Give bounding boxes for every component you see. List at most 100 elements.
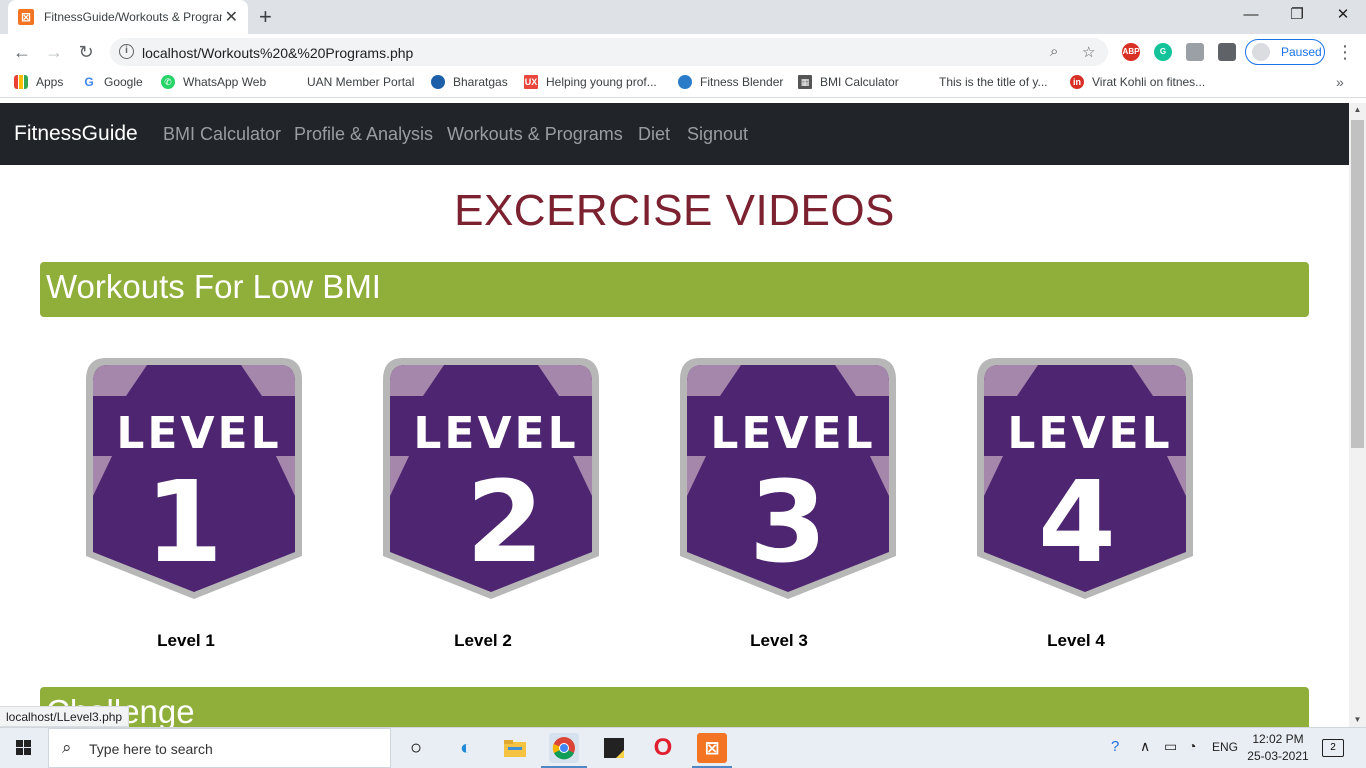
- reload-icon[interactable]: ↻: [74, 40, 98, 64]
- blank-page-icon: [285, 75, 299, 89]
- bookmark-label: Google: [104, 75, 143, 89]
- bookmark-star-icon[interactable]: ☆: [1082, 43, 1095, 61]
- notification-count: 2: [1330, 742, 1336, 753]
- scroll-down-arrow-icon[interactable]: ▼: [1349, 713, 1366, 727]
- windows-taskbar: ⌕ Type here to search ○ ◐ O ⊠ ? ∧ ▭ ◔ EN…: [0, 727, 1366, 768]
- bookmark-bharatgas[interactable]: Bharatgas: [431, 75, 508, 89]
- wifi-icon[interactable]: ◔: [1188, 738, 1196, 754]
- browser-tab-active[interactable]: ⊠ FitnessGuide/Workouts & Programs ✕: [8, 0, 248, 34]
- level-4-link[interactable]: Level 4: [966, 631, 1186, 651]
- level-1-badge[interactable]: LEVEL 1: [84, 356, 304, 601]
- bookmark-label: Virat Kohli on fitnes...: [1092, 75, 1206, 89]
- language-indicator[interactable]: ENG: [1212, 740, 1238, 754]
- svg-text:1: 1: [145, 458, 223, 588]
- profile-paused-button[interactable]: Paused: [1245, 39, 1325, 65]
- browser-tab-strip: ⊠ FitnessGuide/Workouts & Programs ✕ + —…: [0, 0, 1366, 34]
- edge-browser-icon[interactable]: ◐: [451, 733, 481, 763]
- nav-link-diet[interactable]: Diet: [638, 124, 670, 145]
- bookmark-label: Apps: [36, 75, 64, 89]
- bookmarks-bar: Apps G Google ✆ WhatsApp Web UAN Member …: [0, 70, 1366, 98]
- help-tray-icon[interactable]: ?: [1111, 738, 1119, 755]
- section-challenge-banner: Challenge: [40, 687, 1309, 727]
- browser-menu-icon[interactable]: ⋮: [1336, 42, 1354, 62]
- level-badge-icon: LEVEL 4: [977, 358, 1193, 599]
- bookmark-fitness-blender[interactable]: Fitness Blender: [678, 75, 783, 89]
- level-3-badge[interactable]: LEVEL 3: [678, 356, 898, 601]
- page-scrollbar[interactable]: ▲ ▼: [1349, 103, 1366, 727]
- xampp-favicon-icon: ⊠: [18, 9, 34, 25]
- bookmark-apps[interactable]: Apps: [14, 75, 63, 89]
- site-brand-link[interactable]: FitnessGuide: [14, 122, 138, 146]
- red-circle-icon: in: [1070, 75, 1084, 89]
- file-explorer-icon[interactable]: [500, 733, 530, 763]
- svg-text:2: 2: [466, 458, 544, 588]
- level-4-badge[interactable]: LEVEL 4: [975, 356, 1195, 601]
- bookmark-label: WhatsApp Web: [183, 75, 267, 89]
- blank-page-icon: [917, 75, 931, 89]
- bookmark-whatsapp[interactable]: ✆ WhatsApp Web: [161, 75, 266, 89]
- site-info-icon[interactable]: i: [119, 44, 134, 59]
- link-status-url: localhost/LLevel3.php: [0, 706, 130, 727]
- chrome-taskbar-icon[interactable]: [549, 733, 579, 763]
- back-arrow-icon[interactable]: ←: [10, 40, 34, 64]
- address-bar[interactable]: i localhost/Workouts%20&%20Programs.php …: [110, 38, 1108, 66]
- opera-browser-icon[interactable]: O: [648, 733, 678, 763]
- scroll-up-arrow-icon[interactable]: ▲: [1349, 103, 1366, 117]
- whatsapp-icon: ✆: [161, 75, 175, 89]
- taskbar-clock[interactable]: 12:02 PM 25-03-2021: [1246, 731, 1310, 765]
- nav-link-bmi-calculator[interactable]: BMI Calculator: [163, 124, 281, 145]
- tab-title: FitnessGuide/Workouts & Programs: [44, 10, 222, 24]
- clock-date: 25-03-2021: [1247, 749, 1309, 763]
- level-3-link[interactable]: Level 3: [669, 631, 889, 651]
- address-url[interactable]: localhost/Workouts%20&%20Programs.php: [142, 45, 413, 61]
- xampp-taskbar-icon[interactable]: ⊠: [697, 733, 727, 763]
- sticky-notes-icon[interactable]: [599, 733, 629, 763]
- forward-arrow-icon[interactable]: →: [42, 40, 66, 64]
- grammarly-extension-icon[interactable]: G: [1154, 43, 1172, 61]
- bookmark-helping-young-prof[interactable]: UX Helping young prof...: [524, 75, 657, 89]
- window-minimize-button[interactable]: —: [1228, 0, 1274, 30]
- window-maximize-button[interactable]: ❐: [1274, 0, 1320, 30]
- tab-close-icon[interactable]: ✕: [225, 7, 238, 27]
- zoom-magnifier-icon[interactable]: ⌕: [1050, 43, 1058, 60]
- level-1-link[interactable]: Level 1: [76, 631, 296, 651]
- notification-center-icon[interactable]: 2: [1322, 739, 1344, 757]
- nav-link-profile-analysis[interactable]: Profile & Analysis: [294, 124, 433, 145]
- bookmark-label: UAN Member Portal: [307, 75, 415, 89]
- windows-start-button[interactable]: [0, 728, 48, 768]
- window-close-button[interactable]: ✕: [1320, 0, 1366, 30]
- bookmark-label: BMI Calculator: [820, 75, 899, 89]
- bookmark-google[interactable]: G Google: [82, 75, 143, 89]
- svg-text:LEVEL: LEVEL: [413, 408, 578, 459]
- taskbar-search-box[interactable]: ⌕ Type here to search: [48, 728, 391, 768]
- extensions-puzzle-icon[interactable]: [1218, 43, 1236, 61]
- task-view-icon[interactable]: ○: [401, 733, 431, 763]
- bookmark-label: Helping young prof...: [546, 75, 657, 89]
- level-2-badge[interactable]: LEVEL 2: [381, 356, 601, 601]
- browser-toolbar: ← → ↻ i localhost/Workouts%20&%20Program…: [0, 34, 1366, 70]
- new-tab-button[interactable]: +: [259, 4, 272, 30]
- section-low-bmi-banner: Workouts For Low BMI: [40, 262, 1309, 317]
- level-badge-icon: LEVEL 3: [680, 358, 896, 599]
- bookmark-virat-kohli[interactable]: in Virat Kohli on fitnes...: [1070, 75, 1205, 89]
- profile-paused-label: Paused: [1281, 45, 1322, 59]
- apps-grid-icon: [14, 75, 28, 89]
- svg-text:4: 4: [1038, 458, 1116, 588]
- nav-link-workouts-programs[interactable]: Workouts & Programs: [447, 124, 623, 145]
- fitness-blender-icon: [678, 75, 692, 89]
- google-icon: G: [82, 75, 96, 89]
- bookmarks-overflow-icon[interactable]: »: [1336, 74, 1344, 90]
- nav-link-signout[interactable]: Signout: [687, 124, 748, 145]
- bookmark-label: This is the title of y...: [939, 75, 1048, 89]
- scrollbar-thumb[interactable]: [1351, 120, 1364, 448]
- meet-now-icon[interactable]: ▭: [1164, 738, 1177, 755]
- show-hidden-icons-chevron-icon[interactable]: ∧: [1140, 738, 1150, 755]
- bookmark-bmi-calculator[interactable]: ▦ BMI Calculator: [798, 75, 899, 89]
- page-title: EXCERCISE VIDEOS: [454, 186, 895, 235]
- copy-extension-icon[interactable]: [1186, 43, 1204, 61]
- level-2-link[interactable]: Level 2: [373, 631, 593, 651]
- bookmark-uan[interactable]: UAN Member Portal: [285, 75, 414, 89]
- windows-logo-icon: [16, 740, 31, 755]
- bookmark-title-page[interactable]: This is the title of y...: [917, 75, 1047, 89]
- adblock-extension-icon[interactable]: ABP: [1122, 43, 1140, 61]
